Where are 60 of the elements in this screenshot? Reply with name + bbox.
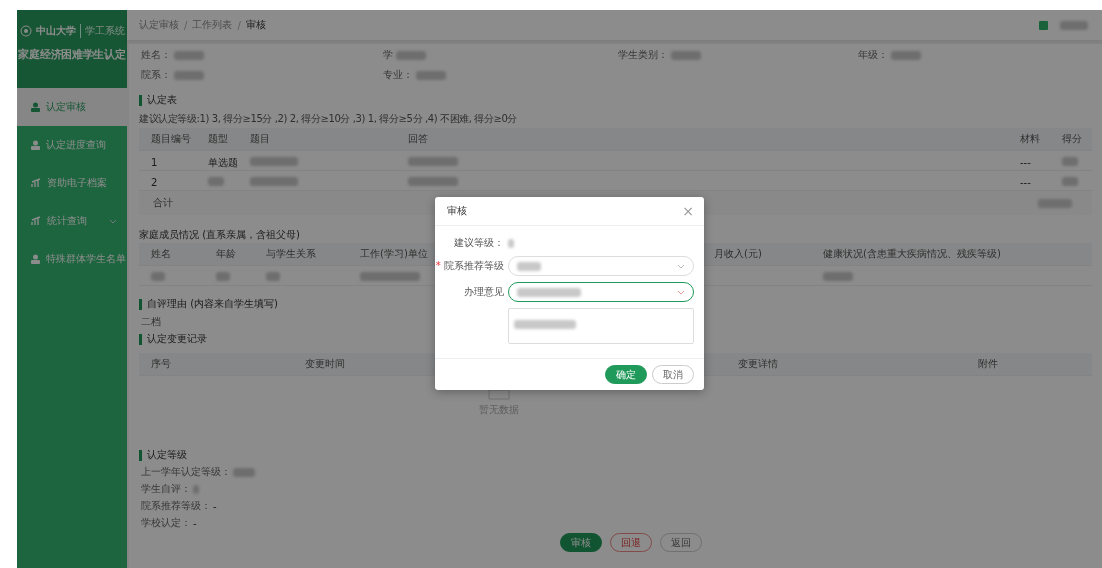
info-label: 院系： [141, 68, 171, 82]
bar-chart-icon [31, 178, 41, 188]
info-label: 专业： [383, 68, 413, 82]
breadcrumb-link[interactable]: 工作列表 [192, 18, 233, 32]
section-title: 自评理由 (内容来自学生填写) [147, 297, 278, 311]
info-label: 姓名： [141, 48, 171, 62]
value-text: - [213, 500, 217, 512]
dialog-title: 审核 [447, 204, 467, 218]
column-header: 题目 [250, 132, 271, 146]
user-icon [31, 254, 40, 264]
section-title: 认定变更记录 [147, 332, 207, 346]
cancel-button[interactable]: 取消 [652, 365, 694, 384]
system-title: 家庭经济困难学生认定 [18, 48, 126, 62]
column-header: 回答 [408, 132, 429, 146]
column-header: 得分 [1062, 132, 1083, 146]
action-button[interactable]: 回退 [609, 533, 652, 552]
value-text: 1 [151, 157, 158, 168]
level-label: 院系推荐等级： [141, 499, 211, 513]
section-title: 认定等级 [147, 448, 187, 462]
value-text: 单选题 [208, 157, 238, 168]
redacted-username [1060, 20, 1088, 30]
level-label: 学校认定： [141, 516, 191, 530]
info-label: 学 [383, 48, 393, 62]
column-header: 题型 [208, 132, 229, 146]
level-hint: 建议认定等级:1) 3, 得分≥15分 ,2) 2, 得分≥10分 ,3) 1, 得分≥5分 ,4) 不困难, 得分≥0分 [139, 112, 519, 126]
section-title: 认定表 [147, 93, 177, 107]
user-icon [31, 102, 40, 112]
info-label: 年级： [858, 48, 888, 62]
sidebar-item[interactable]: 资助电子档案 [17, 164, 127, 202]
message-icon[interactable] [1039, 20, 1048, 30]
column-header: 材料 [1020, 132, 1041, 146]
section-title: 家庭成员情况 (直系亲属，含祖父母) [139, 228, 300, 242]
confirm-button[interactable]: 确定 [605, 365, 647, 384]
sidebar-item[interactable]: 统计查询 [17, 202, 127, 240]
chevron-down-icon [677, 263, 685, 269]
value-text: --- [1020, 157, 1031, 168]
value-text: 2 [151, 177, 158, 188]
action-button[interactable]: 审核 [559, 533, 602, 552]
university-logo-icon [19, 25, 32, 37]
user-icon [31, 140, 40, 150]
breadcrumb-link[interactable]: 审核 [245, 18, 266, 32]
chevron-down-icon [677, 289, 685, 295]
sidebar-item[interactable]: 认定审核 [17, 88, 127, 126]
breadcrumb-separator: / [237, 19, 241, 31]
form-label: 办理意见 [463, 285, 504, 299]
logo-text: 中山大学 [35, 24, 76, 38]
breadcrumb-separator: / [184, 19, 188, 31]
level-label: 学生自评： [141, 482, 191, 496]
value-text: --- [1020, 177, 1031, 188]
opinion-textarea[interactable] [508, 308, 694, 344]
sidebar-item[interactable]: 特殊群体学生名单 [17, 240, 127, 278]
sidebar-item[interactable]: 认定进度查询 [17, 126, 127, 164]
info-label: 学生类别： [618, 48, 668, 62]
redacted-value [508, 238, 514, 248]
chevron-down-icon [109, 218, 117, 224]
logo-subtitle: 学工系统 [79, 24, 125, 38]
action-button[interactable]: 返回 [659, 533, 702, 552]
bar-chart-icon [31, 216, 41, 226]
value-text: - [193, 517, 197, 529]
column-header: 题目编号 [151, 132, 192, 146]
